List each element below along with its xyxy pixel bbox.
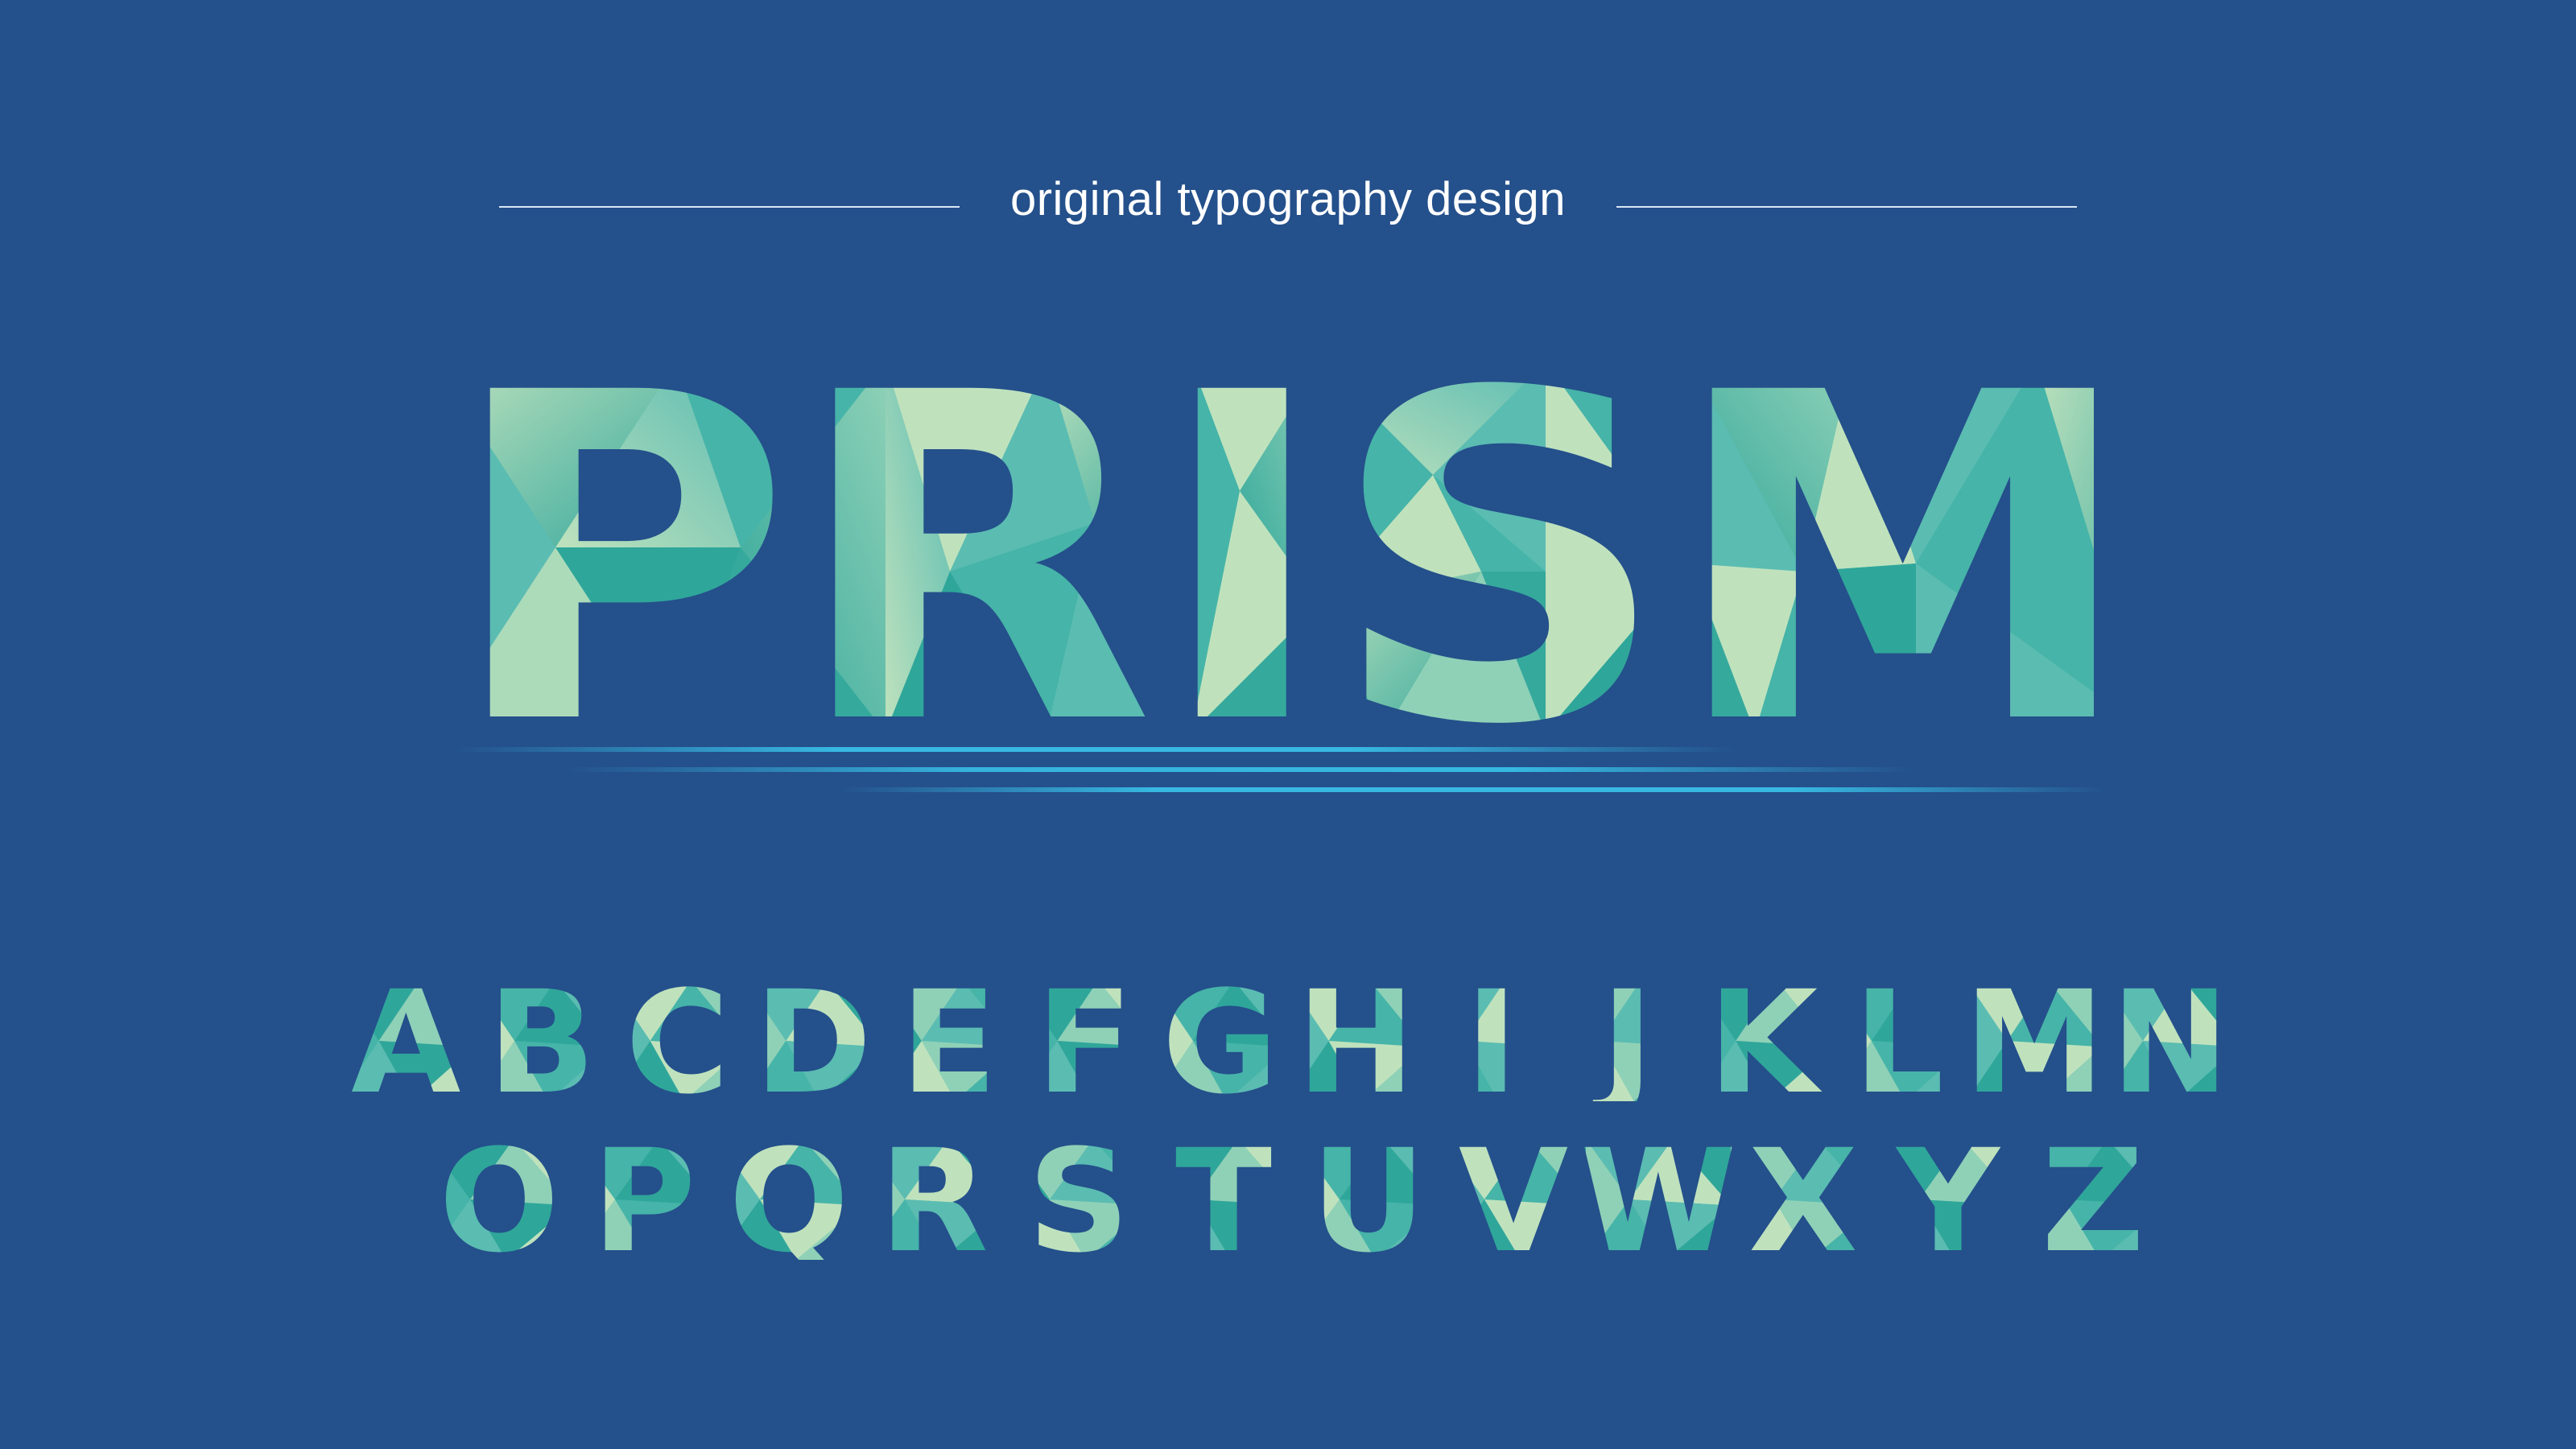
alphabet-letter-s: S [1028,1139,1130,1260]
alphabet-letter-r: R [879,1139,989,1260]
alphabet-letter-m: M [1964,980,2105,1101]
alphabet-letter-z: Z [2041,1139,2145,1260]
alphabet-row-1: ABCDEFGHIJKLMN [338,980,2238,1101]
alphabet-letter-i: I [1465,980,1517,1101]
alphabet-letter-j: J [1593,980,1653,1101]
alphabet-letter-q: Q [729,1139,849,1260]
alphabet-letter-c: C [625,980,729,1101]
header-right-rule [1616,206,2077,208]
alphabet-letter-k: K [1708,980,1823,1101]
alphabet-letter-f: F [1036,980,1133,1101]
speed-line [564,767,1916,772]
alphabet-letter-t: T [1175,1139,1272,1260]
alphabet-row-1-svg: ABCDEFGHIJKLMN [351,980,2229,1101]
main-title-svg: PRISM [447,362,2137,733]
alphabet-letter-o: O [439,1139,559,1260]
canvas: original typography design PRISM A B C D… [0,0,2576,1449]
alphabet-letter-y: Y [1895,1139,2001,1260]
main-title-text: PRISM [447,362,2137,733]
alphabet-letter-l: L [1853,980,1943,1101]
alphabet-letter-a: A [351,980,460,1101]
speed-line [451,747,1739,752]
alphabet-letter-n: N [2111,980,2229,1101]
alphabet-row-2-svg: OPQRSTUVWXYZ [439,1139,2145,1260]
alphabet-letter-b: B [488,980,596,1101]
speed-line [837,787,2109,792]
header-text: original typography design [1009,173,1567,225]
header: original typography design [0,161,2576,233]
alphabet-letter-w: W [1580,1139,1736,1260]
alphabet-letter-e: E [900,980,997,1101]
alphabet-letter-u: U [1311,1139,1426,1260]
main-title: PRISM [435,362,2149,733]
alphabet-letter-g: G [1162,980,1278,1101]
alphabet-letter-v: V [1459,1139,1568,1260]
alphabet-letter-h: H [1297,980,1415,1101]
alphabet-letter-x: X [1748,1139,1858,1260]
alphabet-letter-d: D [754,980,872,1101]
alphabet-letter-p: P [592,1139,696,1260]
alphabet-row-2: OPQRSTUVWXYZ [427,1139,2165,1260]
header-left-rule [499,206,960,208]
